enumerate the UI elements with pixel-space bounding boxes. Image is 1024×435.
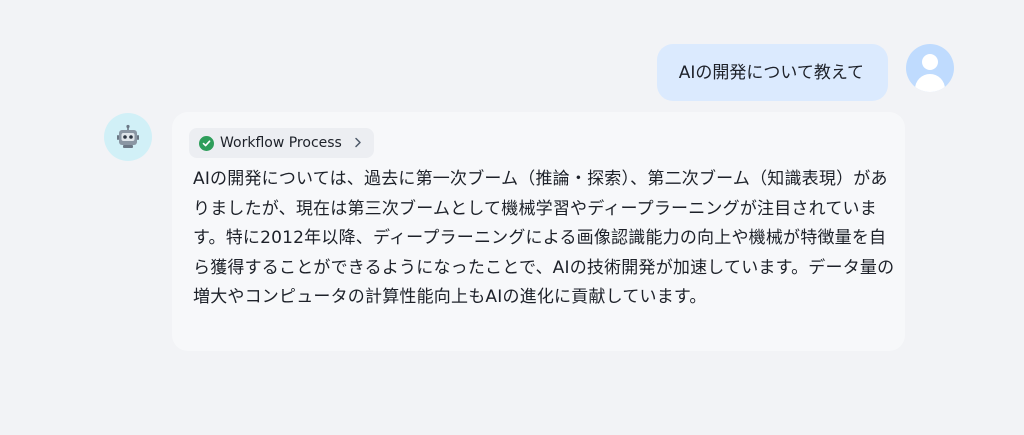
user-avatar-shoulders: [915, 74, 945, 92]
chevron-right-icon: [354, 135, 362, 151]
user-avatar-head: [922, 54, 938, 70]
workflow-process-toggle[interactable]: Workflow Process: [189, 128, 374, 158]
robot-icon: [104, 113, 152, 161]
workflow-process-label: Workflow Process: [220, 135, 342, 151]
user-message-bubble: AIの開発について教えて: [656, 44, 888, 101]
user-message-row: AIの開発について教えて: [656, 44, 954, 101]
user-avatar-icon: [906, 44, 954, 92]
robot-icon-graphic: [117, 124, 139, 148]
bot-message-card: Workflow Process AIの開発については、過去に第一次ブーム（推論…: [172, 112, 905, 351]
bot-answer-text: AIの開発については、過去に第一次ブーム（推論・探索）、第二次ブーム（知識表現）…: [193, 169, 895, 307]
check-circle-icon: [199, 135, 214, 151]
chat-area: AIの開発について教えて Workflow Process AIの開発については…: [0, 0, 1024, 435]
